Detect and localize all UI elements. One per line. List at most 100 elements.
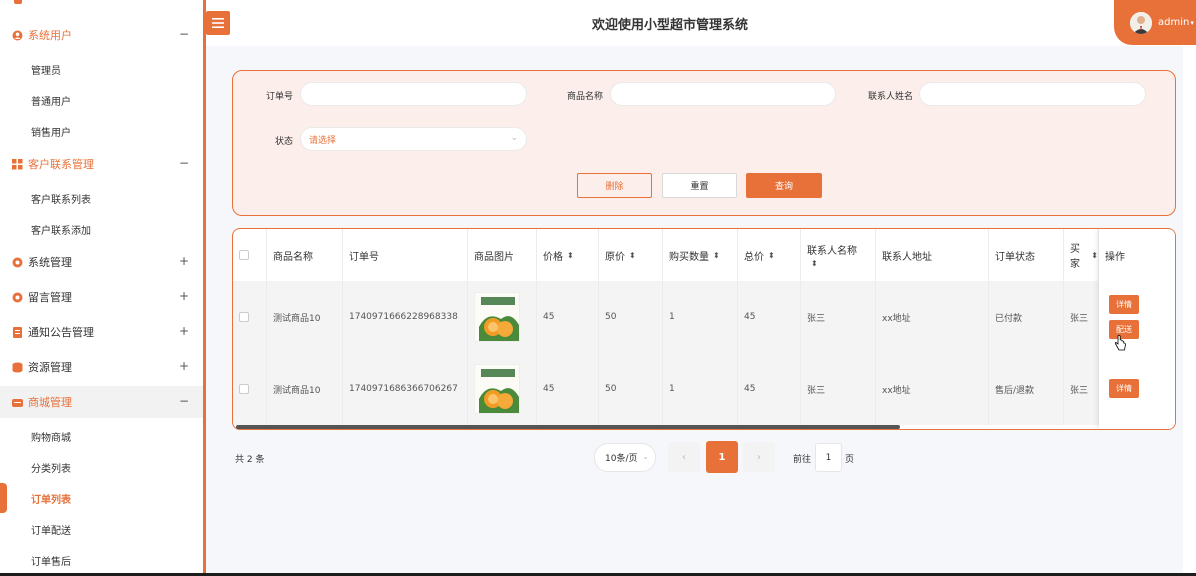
horizontal-scrollbar[interactable] [236,425,900,429]
chevron-right-icon: › [757,451,761,463]
cell-buyer: 张三 [1064,353,1099,425]
cell-quantity: 1 [663,281,738,353]
column-header-sortable[interactable]: 总价 ⬍ [738,229,801,281]
page-scrollbar-track [1183,46,1196,573]
sidebar-group-mall-management[interactable]: 商城管理 − [0,386,203,418]
column-title: 联系人地址 [882,251,932,263]
cell-order-no: 1740971666228968338 [343,281,468,353]
query-button[interactable]: 查询 [746,173,822,198]
sort-icon[interactable]: ⬍ [768,251,775,260]
cell-contact: 张三 [801,281,876,353]
row-checkbox[interactable] [239,384,249,394]
sidebar-item-sales-user[interactable]: 销售用户 [0,116,203,146]
contact-name-input[interactable] [919,82,1146,106]
chevron-down-icon: ⌄ [510,133,518,143]
cell-product: 测试商品10 [267,353,343,425]
column-header: 联系人地址 [876,229,989,281]
cell-address: xx地址 [876,281,989,353]
goto-label: 前往 [793,455,812,465]
sidebar-group-resource-management[interactable]: 资源管理 + [0,351,203,383]
column-title: 原价 [605,251,625,263]
sidebar-item-order-after-sales[interactable]: 订单售后 [0,545,203,573]
column-header: 订单状态 [989,229,1064,281]
page-size-select[interactable]: 10条/页 ⌄ [594,443,656,472]
column-title: 买家 [1070,244,1080,270]
expand-icon[interactable]: + [179,289,189,303]
detail-button[interactable]: 详情 [1109,295,1139,314]
chevron-down-icon: ▾ [1190,18,1194,27]
sort-icon[interactable]: ⬍ [713,251,720,260]
column-title: 订单状态 [995,251,1035,263]
sidebar-group-label: 商城管理 [28,396,72,409]
user-menu[interactable]: admin ▾ [1114,0,1196,45]
cell-product: 测试商品10 [267,281,343,353]
select-all-checkbox[interactable] [239,250,249,260]
column-header-sortable[interactable]: 价格 ⬍ [537,229,599,281]
sidebar-item-customer-contact-list[interactable]: 客户联系列表 [0,183,203,213]
row-select [233,353,267,425]
sidebar-group-notice-management[interactable]: 通知公告管理 + [0,316,203,348]
collapse-icon[interactable]: − [179,27,189,41]
expand-icon[interactable]: + [179,359,189,373]
reset-button[interactable]: 重置 [662,173,737,198]
table-row: 测试商品10 1740971686366706267 45 50 1 45 张三… [233,353,1175,425]
message-icon [12,292,23,303]
menu-toggle-button[interactable] [206,11,230,35]
collapse-icon[interactable]: − [179,394,189,408]
detail-button[interactable]: 详情 [1109,379,1139,398]
product-image [474,364,520,414]
column-header-sortable[interactable]: 联系人名称 ⬍ [801,229,876,281]
column-title: 操作 [1105,252,1125,263]
hamburger-icon [212,18,224,28]
goto-suffix: 页 [845,455,855,465]
sidebar-item-order-delivery[interactable]: 订单配送 [0,514,203,544]
prev-page-button[interactable]: ‹ [668,442,700,472]
sidebar-item-customer-contact-add[interactable]: 客户联系添加 [0,214,203,244]
product-name-input[interactable] [610,82,836,106]
column-title: 价格 [543,251,563,263]
delete-button[interactable]: 删除 [577,173,652,198]
sidebar-group-customer-contact[interactable]: 客户联系管理 − [0,148,203,180]
sort-icon[interactable]: ⬍ [811,259,818,268]
row-checkbox[interactable] [239,312,249,322]
sort-icon[interactable]: ⬍ [567,251,574,260]
sort-icon[interactable]: ⬍ [629,251,636,260]
order-table: 商品名称 订单号 商品图片 价格 ⬍ 原价 ⬍ 购买数量 ⬍ 总价 ⬍ 联系人名称 ⬍ 联… [232,228,1176,430]
collapse-icon[interactable]: − [179,156,189,170]
status-select[interactable]: 请选择 ⌄ [300,127,527,151]
page-size-value: 10条/页 [605,454,638,464]
sidebar-item-admin[interactable]: 管理员 [0,54,203,84]
sidebar-item-order-list[interactable]: 订单列表 [0,483,203,513]
sidebar-item-shopping-mall[interactable]: 购物商城 [0,421,203,451]
select-all-header [233,229,267,281]
cell-total: 45 [738,353,801,425]
page-number-button[interactable]: 1 [706,441,738,473]
sidebar-group-system-users[interactable]: 系统用户 − [0,19,203,51]
expand-icon[interactable]: + [179,254,189,268]
sidebar-group-system-management[interactable]: 系统管理 + [0,246,203,278]
column-title: 订单号 [349,251,379,263]
sort-icon[interactable]: ⬍ [1091,251,1098,260]
column-header-sortable[interactable]: 购买数量 ⬍ [663,229,738,281]
sidebar-item-normal-user[interactable]: 普通用户 [0,85,203,115]
next-page-button[interactable]: › [743,442,775,472]
document-icon [12,326,23,338]
user-icon [12,30,23,41]
row-select [233,281,267,353]
user-name: admin [1158,17,1190,28]
goto-page-input[interactable]: 1 [815,443,842,472]
column-header-sortable[interactable]: 买家 ⬍ [1064,229,1099,281]
column-header-sortable[interactable]: 原价 ⬍ [599,229,663,281]
cell-price: 45 [537,281,599,353]
cell-status: 售后/退款 [989,353,1064,425]
order-no-input[interactable] [300,82,527,106]
sidebar-group-message-management[interactable]: 留言管理 + [0,281,203,313]
cell-total: 45 [738,281,801,353]
home-icon [12,0,23,6]
sidebar-group-label: 通知公告管理 [28,326,94,339]
sidebar: 系统用户 − 管理员 普通用户 销售用户 客户联系管理 − 客户联系列表 客户联… [0,0,203,573]
sidebar-group-partial[interactable] [0,0,203,16]
expand-icon[interactable]: + [179,324,189,338]
status-placeholder: 请选择 [309,135,337,146]
sidebar-item-category-list[interactable]: 分类列表 [0,452,203,482]
